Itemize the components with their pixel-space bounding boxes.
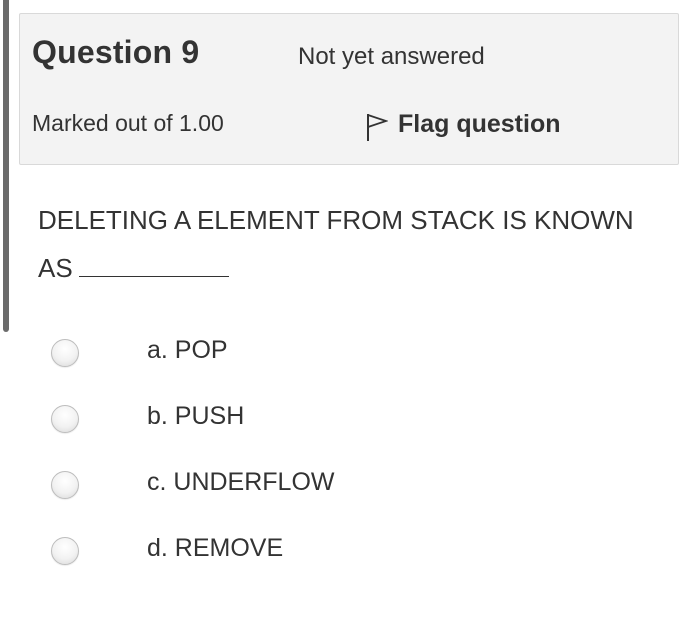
question-text: DELETING A ELEMENT FROM STACK IS KNOWN A… <box>38 196 668 292</box>
answer-option-a[interactable]: a. POP <box>0 320 700 370</box>
answer-label-d[interactable]: d. REMOVE <box>147 534 283 563</box>
radio-a[interactable] <box>51 339 79 367</box>
question-info-box: Question 9 Not yet answered Marked out o… <box>19 13 679 165</box>
answer-option-b[interactable]: b. PUSH <box>0 386 700 436</box>
quiz-page: Question 9 Not yet answered Marked out o… <box>0 0 700 634</box>
question-state: Not yet answered <box>298 43 485 70</box>
answer-label-a[interactable]: a. POP <box>147 336 228 365</box>
answer-option-c[interactable]: c. UNDERFLOW <box>0 452 700 502</box>
answer-label-b[interactable]: b. PUSH <box>147 402 244 431</box>
flag-icon <box>367 114 388 141</box>
radio-b[interactable] <box>51 405 79 433</box>
radio-d[interactable] <box>51 537 79 565</box>
answer-blank <box>78 256 229 277</box>
answer-option-d[interactable]: d. REMOVE <box>0 518 700 568</box>
flag-question-toggle[interactable]: Flag question <box>366 106 561 142</box>
answer-label-c[interactable]: c. UNDERFLOW <box>147 468 335 497</box>
question-number: Question 9 <box>32 34 200 70</box>
question-grade: Marked out of 1.00 <box>32 110 224 136</box>
radio-c[interactable] <box>51 471 79 499</box>
question-left-bar <box>3 0 9 332</box>
flag-question-label: Flag question <box>398 109 561 138</box>
